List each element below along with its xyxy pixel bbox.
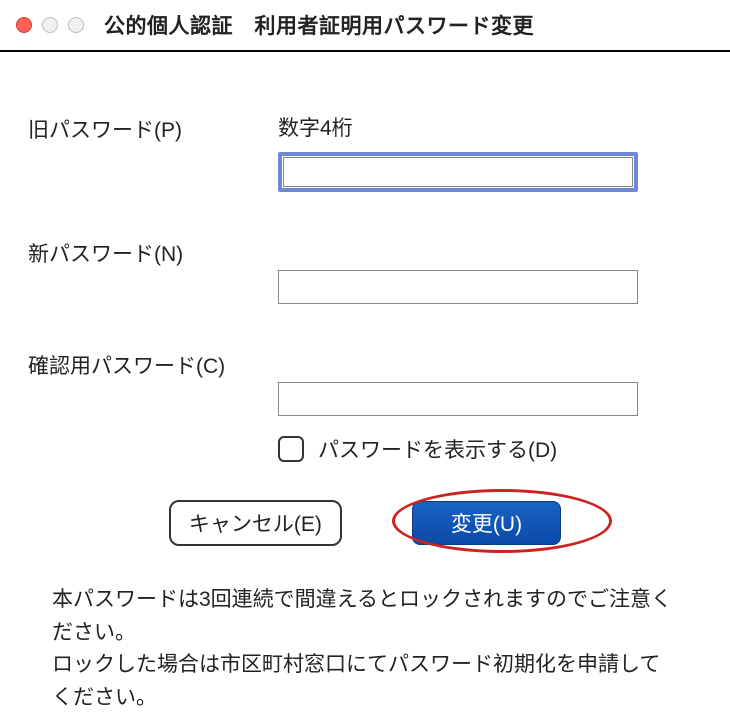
confirm-password-row: 確認用パスワード(C): [28, 348, 702, 416]
new-password-row: 新パスワード(N): [28, 236, 702, 304]
zoom-icon: [68, 17, 84, 33]
new-password-input[interactable]: [278, 270, 638, 304]
show-password-row: パスワードを表示する(D): [278, 434, 702, 464]
titlebar: 公的個人認証 利用者証明用パスワード変更: [0, 0, 730, 52]
show-password-checkbox[interactable]: [278, 436, 304, 462]
traffic-lights: [16, 17, 84, 33]
new-password-label: 新パスワード(N): [28, 236, 278, 268]
old-password-input[interactable]: [283, 157, 633, 187]
show-password-label: パスワードを表示する(D): [318, 434, 557, 464]
change-button-wrap: 変更(U): [412, 501, 561, 545]
close-icon[interactable]: [16, 17, 32, 33]
confirm-password-label: 確認用パスワード(C): [28, 348, 278, 380]
minimize-icon: [42, 17, 58, 33]
change-button[interactable]: 変更(U): [412, 501, 561, 545]
old-password-row: 旧パスワード(P) 数字4桁: [28, 112, 702, 192]
cancel-button[interactable]: キャンセル(E): [169, 500, 342, 546]
old-password-hint: 数字4桁: [278, 112, 702, 142]
notice-text: 本パスワードは3回連続で間違えるとロックされますのでご注意ください。 ロックした…: [28, 584, 702, 714]
confirm-password-input[interactable]: [278, 382, 638, 416]
notice-line-2: ロックした場合は市区町村窓口にてパスワード初期化を申請してください。: [52, 649, 678, 714]
content-area: 旧パスワード(P) 数字4桁 新パスワード(N) 確認用パスワード(C) パスワ…: [0, 52, 730, 714]
old-password-label: 旧パスワード(P): [28, 112, 278, 144]
button-row: キャンセル(E) 変更(U): [28, 500, 702, 546]
notice-line-1: 本パスワードは3回連続で間違えるとロックされますのでご注意ください。: [52, 584, 678, 649]
old-password-input-wrap: [278, 152, 638, 192]
window-title: 公的個人認証 利用者証明用パスワード変更: [104, 10, 534, 40]
